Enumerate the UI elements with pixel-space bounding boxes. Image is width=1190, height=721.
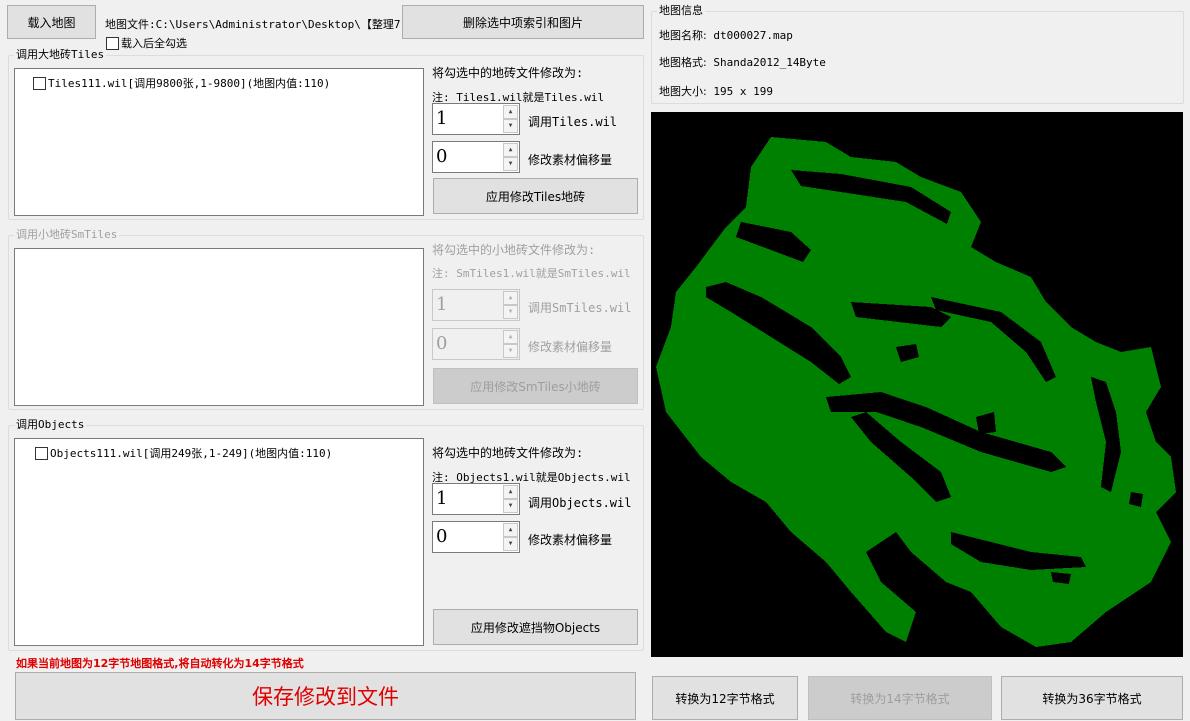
spin-down-icon[interactable]: ▼ <box>503 305 518 319</box>
map-name-label: 地图名称: <box>659 29 707 42</box>
spin-down-icon[interactable]: ▼ <box>503 119 518 133</box>
smtiles-file-value: 1 <box>436 294 448 315</box>
objects-offset-value: 0 <box>436 526 448 547</box>
map-size-row: 地图大小: 195 x 199 <box>659 83 773 99</box>
spin-down-icon[interactable]: ▼ <box>503 157 518 171</box>
map-preview-image <box>656 137 1176 647</box>
map-size-value: 195 x 199 <box>713 85 773 98</box>
apply-tiles-button[interactable]: 应用修改Tiles地砖 <box>433 178 638 214</box>
objects-group-title: 调用Objects <box>14 418 87 431</box>
spin-up-icon[interactable]: ▲ <box>503 105 518 119</box>
tiles-group-title: 调用大地砖Tiles <box>14 48 107 61</box>
select-all-after-load-checkbox[interactable]: 载入后全勾选 <box>106 35 187 51</box>
convert-14-byte-button[interactable]: 转换为14字节格式 <box>808 676 992 720</box>
objects-file-value: 1 <box>436 488 448 509</box>
map-format-label: 地图格式: <box>659 56 707 69</box>
list-item[interactable]: Objects111.wil[调用249张,1-249](地图内值:110) <box>35 446 332 460</box>
select-all-after-load-label: 载入后全勾选 <box>121 37 187 50</box>
list-item-label: Objects111.wil[调用249张,1-249](地图内值:110) <box>50 447 333 460</box>
objects-offset-stepper[interactable]: 0 ▲ ▼ <box>432 521 520 553</box>
smtiles-listbox[interactable] <box>14 248 424 406</box>
objects-modify-label: 将勾选中的地砖文件修改为: <box>432 446 584 460</box>
spin-up-icon[interactable]: ▲ <box>503 291 518 305</box>
spin-down-icon[interactable]: ▼ <box>503 537 518 551</box>
smtiles-group-title: 调用小地砖SmTiles <box>14 228 120 241</box>
map-file-path: 地图文件:C:\Users\Administrator\Desktop\【整理7… <box>105 18 401 31</box>
apply-smtiles-button[interactable]: 应用修改SmTiles小地砖 <box>433 368 638 404</box>
smtiles-modify-label: 将勾选中的小地砖文件修改为: <box>432 243 596 257</box>
delete-selected-button[interactable]: 删除选中项索引和图片 <box>402 5 644 39</box>
format-warning: 如果当前地图为12字节地图格式,将自动转化为14字节格式 <box>16 657 304 670</box>
spin-down-icon[interactable]: ▼ <box>503 499 518 513</box>
spin-up-icon[interactable]: ▲ <box>503 523 518 537</box>
list-item-label: Tiles111.wil[调用9800张,1-9800](地图内值:110) <box>48 77 331 90</box>
map-preview[interactable] <box>651 112 1183 657</box>
map-name-value: dt000027.map <box>713 29 793 42</box>
apply-objects-button[interactable]: 应用修改遮挡物Objects <box>433 609 638 645</box>
tiles-offset-label: 修改素材偏移量 <box>528 153 613 167</box>
objects-file-label: 调用Objects.wil <box>528 496 632 510</box>
smtiles-file-label: 调用SmTiles.wil <box>528 301 632 315</box>
tiles-offset-stepper[interactable]: 0 ▲ ▼ <box>432 141 520 173</box>
convert-36-byte-button[interactable]: 转换为36字节格式 <box>1001 676 1183 720</box>
item-checkbox[interactable] <box>33 76 46 90</box>
map-format-value: Shanda2012_14Byte <box>713 56 826 69</box>
tiles-file-stepper[interactable]: 1 ▲ ▼ <box>432 103 520 135</box>
smtiles-note: 注: SmTiles1.wil就是SmTiles.wil <box>432 267 631 280</box>
load-map-button[interactable]: 载入地图 <box>7 5 96 39</box>
convert-12-byte-button[interactable]: 转换为12字节格式 <box>652 676 798 720</box>
objects-file-stepper[interactable]: 1 ▲ ▼ <box>432 483 520 515</box>
spin-up-icon[interactable]: ▲ <box>503 485 518 499</box>
spin-up-icon[interactable]: ▲ <box>503 143 518 157</box>
smtiles-offset-stepper[interactable]: 0 ▲ ▼ <box>432 328 520 360</box>
map-info-title: 地图信息 <box>657 4 705 17</box>
map-format-row: 地图格式: Shanda2012_14Byte <box>659 54 826 70</box>
tiles-listbox[interactable]: Tiles111.wil[调用9800张,1-9800](地图内值:110) <box>14 68 424 216</box>
map-name-row: 地图名称: dt000027.map <box>659 27 793 43</box>
save-to-file-button[interactable]: 保存修改到文件 <box>15 672 636 720</box>
objects-offset-label: 修改素材偏移量 <box>528 533 613 547</box>
list-item[interactable]: Tiles111.wil[调用9800张,1-9800](地图内值:110) <box>33 76 330 90</box>
map-size-label: 地图大小: <box>659 85 707 98</box>
tiles-file-label: 调用Tiles.wil <box>528 115 618 129</box>
tiles-offset-value: 0 <box>436 146 448 167</box>
checkbox-box[interactable] <box>106 36 119 50</box>
tiles-modify-label: 将勾选中的地砖文件修改为: <box>432 66 584 80</box>
tiles-file-value: 1 <box>436 108 448 129</box>
smtiles-offset-label: 修改素材偏移量 <box>528 340 613 354</box>
spin-down-icon[interactable]: ▼ <box>503 344 518 358</box>
spin-up-icon[interactable]: ▲ <box>503 330 518 344</box>
item-checkbox[interactable] <box>35 446 48 460</box>
smtiles-file-stepper[interactable]: 1 ▲ ▼ <box>432 289 520 321</box>
objects-listbox[interactable]: Objects111.wil[调用249张,1-249](地图内值:110) <box>14 438 424 646</box>
smtiles-offset-value: 0 <box>436 333 448 354</box>
